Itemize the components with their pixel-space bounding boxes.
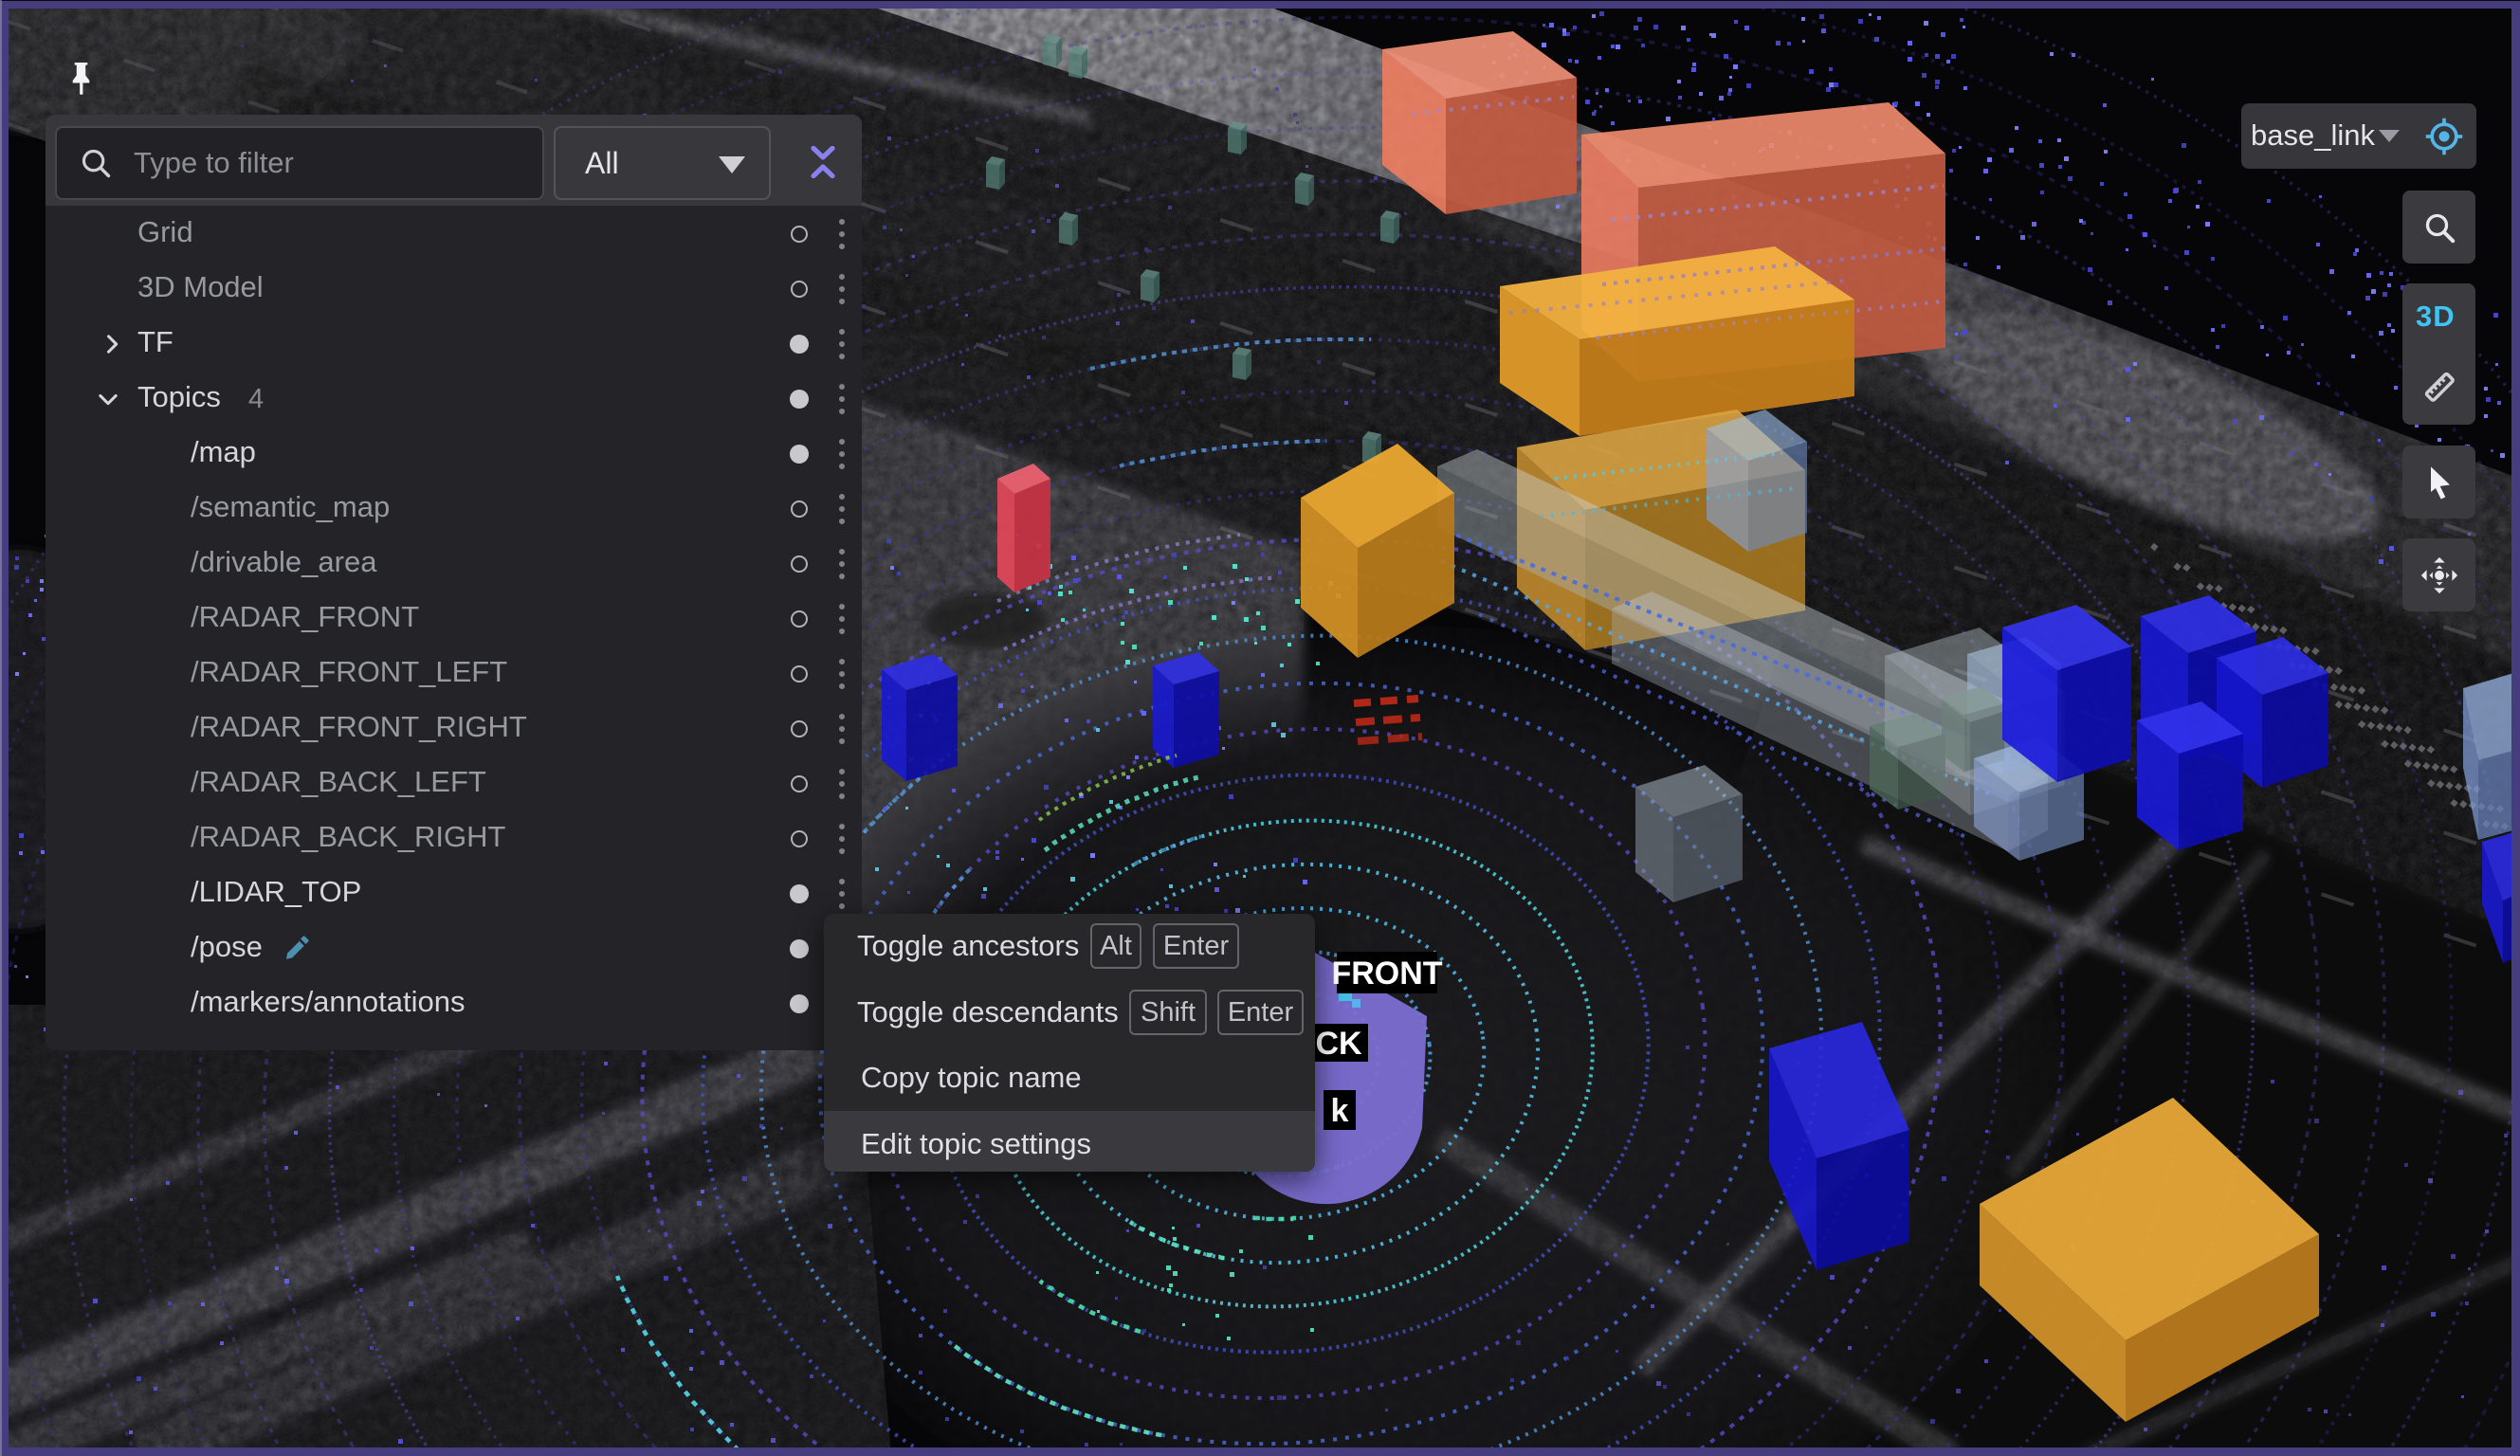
svg-text:k: k — [1331, 1093, 1349, 1129]
svg-text:CK: CK — [1315, 1026, 1362, 1062]
svg-text:FRONT: FRONT — [1331, 956, 1442, 992]
